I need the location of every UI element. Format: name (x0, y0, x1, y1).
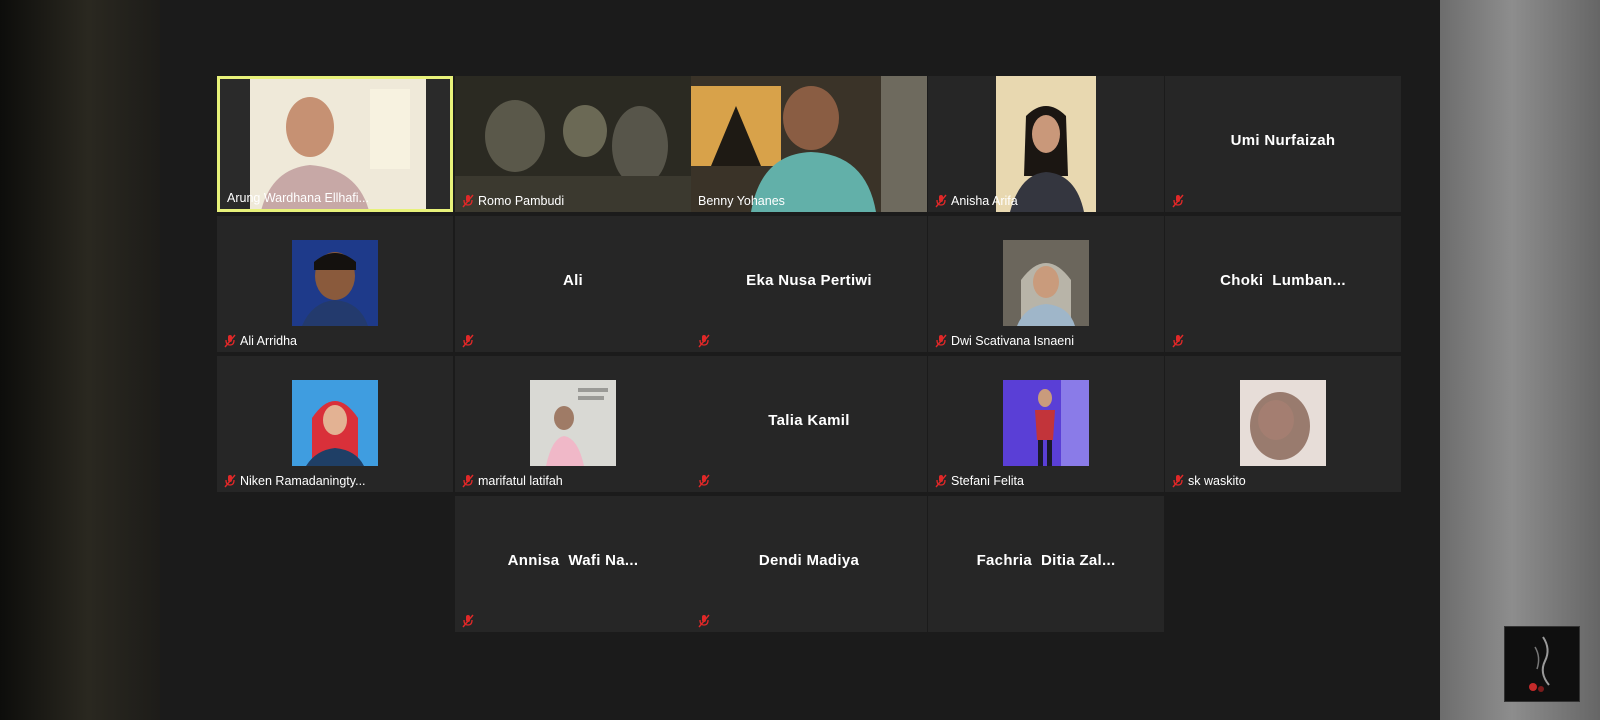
participant-avatar (1003, 240, 1089, 326)
participant-name-label: Arung Wardhana Ellhafi... (227, 191, 369, 205)
participant-tile-fachria[interactable]: Fachria Ditia Zal... (928, 496, 1164, 632)
microphone-muted-icon (462, 474, 474, 488)
participant-tile-stefani[interactable]: Stefani Felita (928, 356, 1164, 492)
participant-name-label: Benny Yohanes (698, 194, 785, 208)
participant-tile-anisha[interactable]: Anisha Arifa (928, 76, 1164, 212)
participant-avatar (292, 240, 378, 326)
participant-tile-dendi[interactable]: Dendi Madiya (691, 496, 927, 632)
microphone-muted-icon (698, 614, 710, 628)
participant-tile-umi[interactable]: Umi Nurfaizah (1165, 76, 1401, 212)
participant-tile-niken[interactable]: Niken Ramadaningty... (217, 356, 453, 492)
self-view-thumbnail-image (1505, 627, 1579, 701)
participant-tile-arung[interactable]: Arung Wardhana Ellhafi... (217, 76, 453, 212)
participant-display-name: Dendi Madiya (758, 552, 860, 569)
participant-display-name: Annisa Wafi Na... (507, 552, 639, 569)
microphone-muted-icon (698, 334, 710, 348)
microphone-muted-icon (1172, 334, 1184, 348)
participant-avatar (530, 380, 616, 466)
participant-display-name: Ali (562, 272, 584, 289)
participant-display-name: Umi Nurfaizah (1230, 132, 1336, 149)
participant-tile-dwi[interactable]: Dwi Scativana Isnaeni (928, 216, 1164, 352)
microphone-muted-icon (462, 334, 474, 348)
participant-name-label (458, 612, 478, 630)
microphone-muted-icon (1172, 474, 1184, 488)
participant-display-name: Talia Kamil (768, 412, 850, 429)
participant-name-label (694, 332, 714, 350)
microphone-muted-icon (462, 614, 474, 628)
meeting-gallery: Arung Wardhana Ellhafi... Romo Pambudi B… (160, 0, 1440, 720)
microphone-muted-icon (1172, 194, 1184, 208)
participant-display-name: Fachria Ditia Zal... (976, 552, 1116, 569)
participant-tile-benny[interactable]: Benny Yohanes (691, 76, 927, 212)
left-background (0, 0, 160, 720)
participant-tile-ali[interactable]: Ali (455, 216, 691, 352)
microphone-muted-icon (935, 334, 947, 348)
microphone-muted-icon (462, 194, 474, 208)
participant-display-name: Choki Lumban... (1220, 272, 1346, 289)
microphone-muted-icon (224, 334, 236, 348)
participant-name-label (1168, 332, 1188, 350)
participant-tile-annisa[interactable]: Annisa Wafi Na... (455, 496, 691, 632)
participant-tile-choki[interactable]: Choki Lumban... (1165, 216, 1401, 352)
corner-thumbnail[interactable] (1504, 626, 1580, 702)
participant-name-label: Romo Pambudi (458, 192, 568, 210)
participant-name-label (694, 472, 714, 490)
participant-name-label: Dwi Scativana Isnaeni (931, 332, 1078, 350)
participant-name-label (694, 612, 714, 630)
participant-avatar (1240, 380, 1326, 466)
participant-avatar (1003, 380, 1089, 466)
participant-tile-marifatul[interactable]: marifatul latifah (455, 356, 691, 492)
microphone-muted-icon (935, 474, 947, 488)
participant-name-label: sk waskito (1168, 472, 1250, 490)
right-background (1440, 0, 1600, 720)
participant-name-label: Ali Arridha (220, 332, 301, 350)
participant-name-label: Stefani Felita (931, 472, 1028, 490)
participant-tile-eka[interactable]: Eka Nusa Pertiwi (691, 216, 927, 352)
participant-name-label: marifatul latifah (458, 472, 567, 490)
participant-tile-sk-waskito[interactable]: sk waskito (1165, 356, 1401, 492)
participant-tile-ali-arridha[interactable]: Ali Arridha (217, 216, 453, 352)
participant-name-label (458, 332, 478, 350)
participant-tile-romo[interactable]: Romo Pambudi (455, 76, 691, 212)
participant-name-label (1168, 192, 1188, 210)
microphone-muted-icon (935, 194, 947, 208)
participant-avatar (292, 380, 378, 466)
participant-display-name: Eka Nusa Pertiwi (746, 272, 872, 289)
participant-name-label: Niken Ramadaningty... (220, 472, 370, 490)
participant-tile-talia[interactable]: Talia Kamil (691, 356, 927, 492)
participant-name-label: Anisha Arifa (931, 192, 1022, 210)
microphone-muted-icon (224, 474, 236, 488)
microphone-muted-icon (698, 474, 710, 488)
